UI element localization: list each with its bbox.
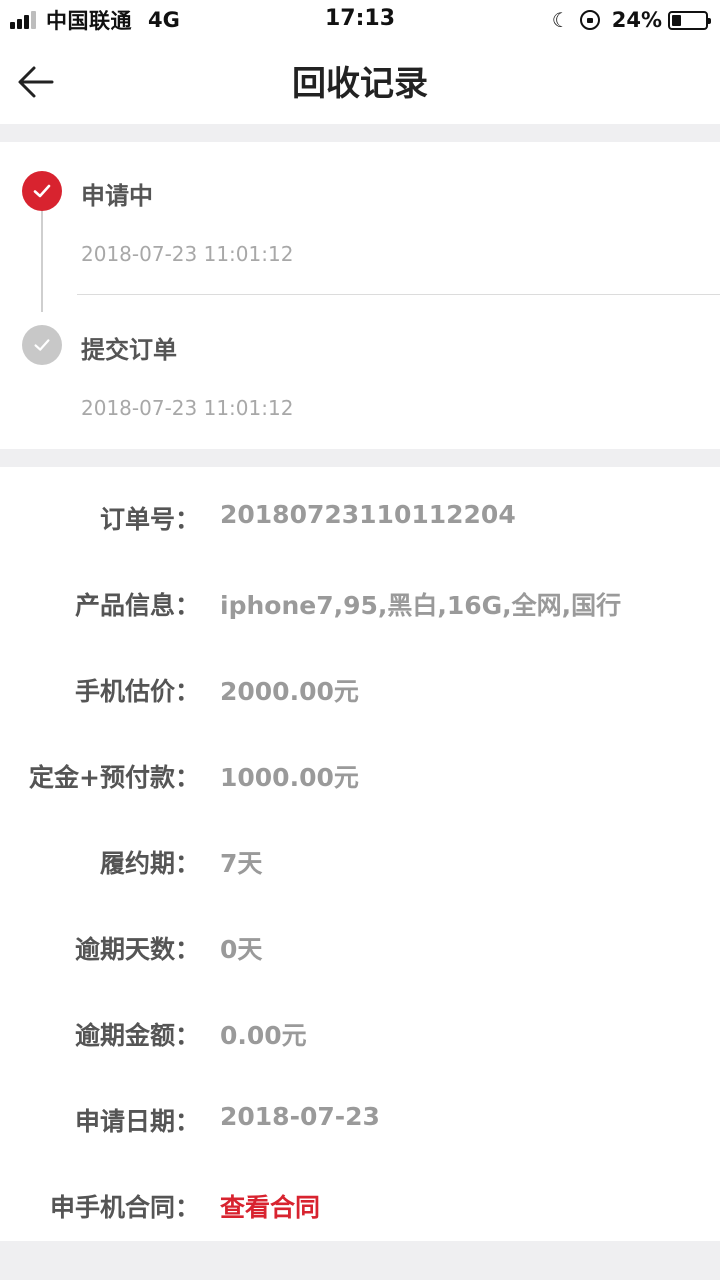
detail-value: 7天 [220,849,263,878]
view-contract-link[interactable]: 查看合同 [220,1188,320,1224]
rotation-lock-icon [579,10,600,30]
battery-percent: 24% [611,8,662,32]
detail-label: 产品信息： [74,591,200,620]
detail-row-estimate: 手机估价： 2000.00元 [0,672,720,716]
detail-value: 0天 [220,935,263,964]
timeline-step-time: 2018-07-23 11:01:12 [81,396,294,420]
timeline-step-active-dot [22,171,62,211]
check-icon [33,184,51,198]
divider [77,294,720,295]
detail-value: 20180723110112204 [220,500,516,529]
detail-label: 逾期金额： [74,1021,200,1050]
detail-row-contract: 申手机合同： 查看合同 [0,1188,720,1232]
detail-label: 逾期天数： [74,935,200,964]
moon-icon: ☾ [551,8,570,32]
detail-row-product-info: 产品信息： iphone7,95,黑白,16G,全网,国行 [0,586,720,630]
detail-value: 0.00元 [220,1021,307,1050]
status-bar: 中国联通 4G 17:13 ☾ 24% [0,0,720,40]
detail-label: 定金+预付款： [29,763,200,792]
detail-value: 1000.00元 [220,763,359,792]
status-bar-right: ☾ 24% [551,6,711,34]
battery-fill [672,14,681,26]
status-timeline: 申请中 2018-07-23 11:01:12 提交订单 2018-07-23 … [0,142,720,449]
nav-bar: 回收记录 [0,40,720,124]
detail-label: 申请日期： [74,1107,200,1136]
check-icon [34,339,50,351]
timeline-step-done-dot [22,325,62,365]
timeline-step-time: 2018-07-23 11:01:12 [81,242,294,266]
detail-label: 订单号： [99,505,200,534]
detail-row-overdue-amount: 逾期金额： 0.00元 [0,1016,720,1060]
detail-row-order-number: 订单号： 20180723110112204 [0,500,720,544]
detail-label: 履约期： [99,849,200,878]
detail-row-deposit: 定金+预付款： 1000.00元 [0,758,720,802]
detail-row-overdue-days: 逾期天数： 0天 [0,930,720,974]
detail-row-apply-date: 申请日期： 2018-07-23 [0,1102,720,1146]
timeline-step-title: 提交订单 [81,336,177,364]
detail-value: iphone7,95,黑白,16G,全网,国行 [220,591,622,620]
detail-value: 2018-07-23 [220,1102,380,1131]
order-details: 订单号： 20180723110112204 产品信息： iphone7,95,… [0,467,720,1241]
detail-label: 申手机合同： [49,1193,200,1222]
detail-label: 手机估价： [74,677,200,706]
battery-icon [668,10,711,30]
timeline-step-title: 申请中 [81,182,153,210]
detail-row-term: 履约期： 7天 [0,844,720,888]
detail-value: 2000.00元 [220,677,359,706]
page-title: 回收记录 [292,64,428,104]
